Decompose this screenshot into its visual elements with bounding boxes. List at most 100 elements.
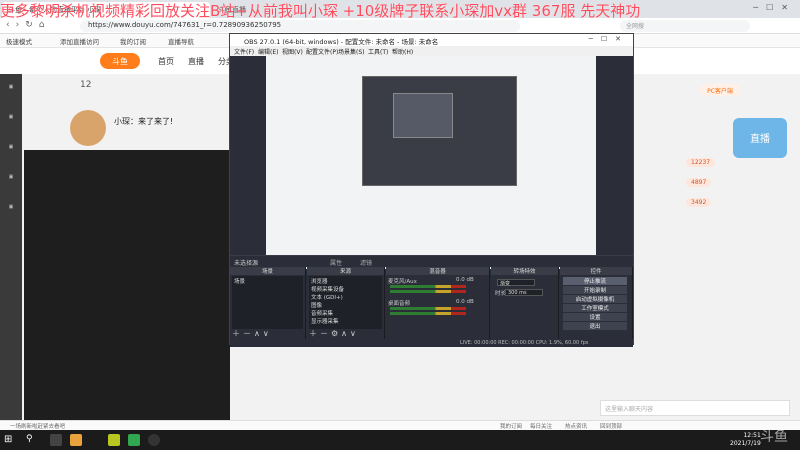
- start-recording-button[interactable]: 开始录制: [563, 286, 627, 294]
- obs-docks: 场景 场景 ＋－∧∨ 来源 浏览器 视频采集设备 文本 (GDI+) 图像 音频…: [230, 267, 633, 339]
- nav-home[interactable]: 首页: [158, 56, 174, 67]
- rank-badge: 4897: [686, 178, 712, 187]
- source-item[interactable]: 文本 (GDI+): [311, 293, 343, 301]
- mixer-dock: 混音器 麦克风/Aux 0.0 dB 桌面音频 0.0 dB: [386, 267, 490, 339]
- windows-taskbar: ⊞ ⚲ 12:51 2021/7/19: [0, 430, 800, 450]
- status-news[interactable]: 热点资讯: [565, 422, 587, 430]
- follow-count: 12: [80, 80, 92, 90]
- source-item[interactable]: 图像: [311, 301, 322, 309]
- audio-meter: [390, 307, 466, 310]
- transitions-title: 转场特效: [491, 267, 558, 275]
- avatar[interactable]: [70, 110, 106, 146]
- source-item[interactable]: 显示器采集: [311, 317, 339, 325]
- browser-status-bar: 一场刷新啦赶紧去看吧 我的订阅 每日关注 热点资讯 回到顶部: [0, 420, 800, 430]
- menu-edit[interactable]: 编辑(E): [258, 47, 278, 56]
- streamer-info: 小琛：来了来了!: [70, 110, 230, 150]
- mixer-track-label: 桌面音频: [388, 301, 411, 307]
- search-icon[interactable]: ⚲: [26, 434, 38, 446]
- start-virtual-camera-button[interactable]: 启动虚拟摄像机: [563, 295, 627, 303]
- obs-properties-bar: 未选择源 属性 滤镜: [230, 255, 633, 267]
- stop-streaming-button[interactable]: 停止推流: [563, 277, 627, 285]
- rank-badge: 3492: [686, 198, 712, 207]
- bookmark-item[interactable]: 直播导航: [168, 36, 194, 46]
- status-subscribe[interactable]: 我的订阅: [500, 422, 522, 430]
- volume-slider[interactable]: [390, 290, 466, 293]
- controls-dock: 控件 停止推流 开始录制 启动虚拟摄像机 工作室模式 设置 退出: [560, 267, 633, 339]
- obs-menu-bar: 文件(F) 编辑(E) 视图(V) 配置文件(P) 场景集(S) 工具(T) 帮…: [230, 46, 633, 56]
- source-item[interactable]: 视频采集设备: [311, 285, 344, 293]
- obs-window: OBS 27.0.1 (64-bit, windows) - 配置文件: 未命名…: [229, 33, 634, 347]
- sidebar-icon[interactable]: ▣: [3, 84, 19, 96]
- scenes-dock: 场景 场景 ＋－∧∨: [230, 267, 306, 339]
- nav-icons[interactable]: ‹›↻⌂: [6, 20, 50, 30]
- menu-profile[interactable]: 配置文件(P): [306, 47, 338, 56]
- menu-help[interactable]: 帮助(H): [392, 47, 413, 56]
- controls-title: 控件: [560, 267, 632, 275]
- source-toolbar[interactable]: ＋－⚙∧∨: [309, 328, 359, 339]
- source-item[interactable]: 浏览器: [311, 277, 328, 285]
- nested-obs-preview: [362, 76, 517, 186]
- bookmark-item[interactable]: 我的订阅: [120, 36, 146, 46]
- chat-placeholder: 这里输入聊天内容: [605, 406, 654, 413]
- obs-window-controls[interactable]: ─☐✕: [589, 35, 629, 43]
- mixer-track-db: 0.0 dB: [456, 299, 474, 305]
- task-view-icon[interactable]: [50, 434, 62, 446]
- windows-start-icon[interactable]: ⊞: [4, 434, 12, 445]
- scene-item[interactable]: 场景: [234, 277, 245, 285]
- no-source-label: 未选择源: [234, 260, 259, 267]
- sidebar-icon[interactable]: ▣: [3, 174, 19, 186]
- sources-title: 来源: [307, 267, 384, 275]
- sidebar-icon[interactable]: ▣: [3, 204, 19, 216]
- chat-input[interactable]: 这里输入聊天内容: [600, 400, 790, 416]
- sources-dock: 来源 浏览器 视频采集设备 文本 (GDI+) 图像 音频采集 显示器采集 ＋－…: [307, 267, 385, 339]
- transition-select[interactable]: 渐变: [497, 279, 535, 287]
- volume-slider[interactable]: [390, 312, 466, 315]
- bookmark-item[interactable]: 添加直播访问: [60, 36, 99, 46]
- file-explorer-icon[interactable]: [70, 434, 82, 446]
- exit-button[interactable]: 退出: [563, 322, 627, 330]
- status-top[interactable]: 回到顶部: [600, 422, 622, 430]
- nav-live[interactable]: 直播: [188, 56, 204, 67]
- settings-button[interactable]: 设置: [563, 313, 627, 321]
- sources-list: 浏览器 视频采集设备 文本 (GDI+) 图像 音频采集 显示器采集: [309, 276, 382, 329]
- obs-icon[interactable]: [148, 434, 160, 446]
- status-notice[interactable]: 一场刷新啦赶紧去看吧: [10, 422, 65, 430]
- sidebar-icon[interactable]: ▣: [3, 144, 19, 156]
- clock-date: 2021/7/19: [730, 440, 761, 447]
- duration-input[interactable]: 300 ms: [505, 289, 543, 296]
- url-input[interactable]: https://www.douyu.com/747631_r=0.7289093…: [80, 20, 520, 32]
- address-bar: ‹›↻⌂ https://www.douyu.com/747631_r=0.72…: [0, 18, 800, 34]
- obs-status-bar: LIVE: 00:00:00 REC: 00:00:00 CPU: 1.9%, …: [230, 339, 633, 347]
- menu-view[interactable]: 视图(V): [282, 47, 303, 56]
- scenes-list: 场景: [232, 276, 303, 329]
- douyu-logo[interactable]: 斗鱼: [100, 53, 140, 69]
- obs-title-bar: OBS 27.0.1 (64-bit, windows) - 配置文件: 未命名…: [230, 34, 633, 46]
- filters-button[interactable]: 滤镜: [360, 258, 372, 267]
- video-area-left: [24, 150, 230, 420]
- pc-client-button[interactable]: PC客户端: [700, 84, 740, 96]
- nested-obs-preview-inner: [393, 93, 453, 138]
- app-icon[interactable]: [108, 434, 120, 446]
- site-sidebar: ▣ ▣ ▣ ▣ ▣: [0, 74, 22, 420]
- search-input[interactable]: 全网搜: [620, 20, 750, 32]
- scene-toolbar[interactable]: ＋－∧∨: [232, 328, 272, 339]
- menu-tools[interactable]: 工具(T): [368, 47, 388, 56]
- taskbar-clock[interactable]: 12:51 2021/7/19: [730, 432, 761, 448]
- bookmark-item[interactable]: 极速模式: [6, 36, 32, 46]
- stream-marquee-text: 更多黎明杀机视频精彩回放关注B站+从前我叫小琛 +10级牌子联系小琛加vx群 3…: [0, 2, 641, 18]
- source-item[interactable]: 音频采集: [311, 309, 333, 317]
- menu-file[interactable]: 文件(F): [234, 47, 254, 56]
- browser-icon[interactable]: [128, 434, 140, 446]
- menu-scene-collection[interactable]: 场景集(S): [338, 47, 365, 56]
- obs-preview[interactable]: [266, 56, 596, 279]
- studio-mode-button[interactable]: 工作室模式: [563, 304, 627, 312]
- preview-content: [266, 56, 596, 279]
- transitions-dock: 转场特效 渐变 时长 300 ms: [491, 267, 559, 339]
- promo-banner[interactable]: 直播: [733, 118, 787, 158]
- properties-button[interactable]: 属性: [330, 258, 342, 267]
- status-daily[interactable]: 每日关注: [530, 422, 552, 430]
- obs-status-text: LIVE: 00:00:00 REC: 00:00:00 CPU: 1.9%, …: [460, 340, 589, 346]
- mixer-track-db: 0.0 dB: [456, 277, 474, 283]
- mixer-title: 混音器: [386, 267, 489, 275]
- sidebar-icon[interactable]: ▣: [3, 114, 19, 126]
